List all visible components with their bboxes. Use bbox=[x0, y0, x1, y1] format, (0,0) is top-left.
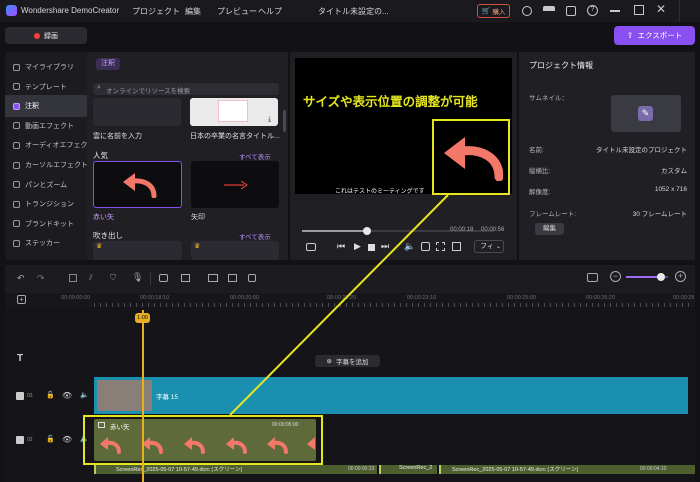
callout-connector bbox=[229, 194, 449, 416]
